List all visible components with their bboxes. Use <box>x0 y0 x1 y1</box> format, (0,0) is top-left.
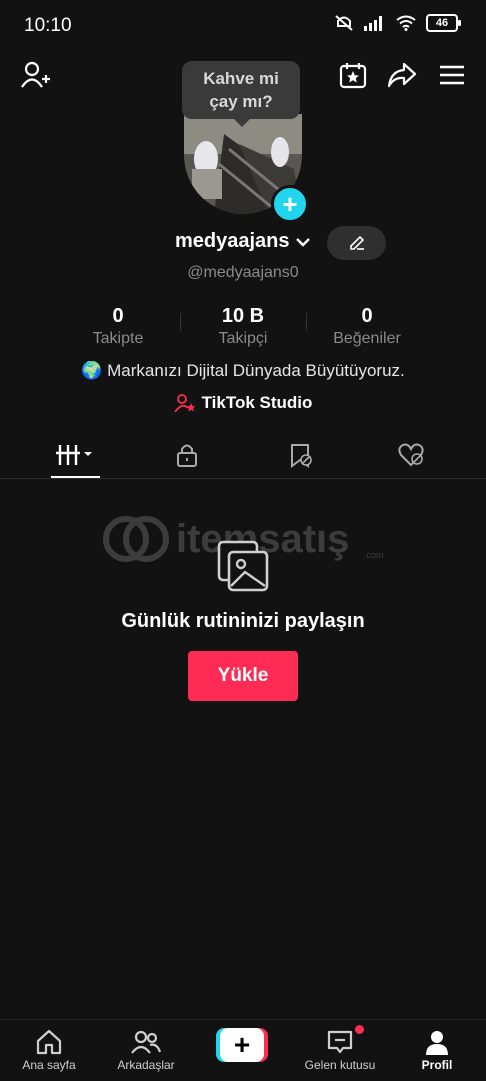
battery-icon: 46 <box>426 14 461 32</box>
friends-icon <box>131 1030 161 1054</box>
followers-label: Takipçi <box>218 330 268 347</box>
username: medyaajans <box>175 230 290 252</box>
home-icon <box>36 1029 62 1055</box>
stat-likes[interactable]: 0 Beğeniler <box>307 305 427 348</box>
inbox-icon <box>327 1030 353 1054</box>
nav-inbox-label: Gelen kutusu <box>304 1058 376 1072</box>
nav-profile[interactable]: Profil <box>392 1026 482 1072</box>
status-icons: 46 <box>334 14 461 32</box>
bio-text: 🌍 Markanızı Dijital Dünyada Büyütüyoruz. <box>81 361 405 380</box>
following-count: 0 <box>112 305 124 327</box>
nav-friends-label: Arkadaşlar <box>117 1058 175 1072</box>
nav-profile-label: Profil <box>421 1058 453 1072</box>
bottom-nav: Ana sayfa Arkadaşlar + Gelen kutusu Prof… <box>0 1019 486 1081</box>
nav-home-label: Ana sayfa <box>22 1058 76 1072</box>
share-icon[interactable] <box>385 58 419 92</box>
stat-following[interactable]: 0 Takipte <box>58 305 178 348</box>
likes-count: 0 <box>361 305 373 327</box>
inbox-notification-dot <box>355 1025 364 1034</box>
chevron-down-icon <box>296 237 310 247</box>
add-avatar-button[interactable]: + <box>271 185 309 223</box>
tab-videos[interactable] <box>15 432 136 478</box>
profile-icon <box>426 1031 448 1055</box>
active-tab-indicator <box>51 476 100 478</box>
nav-inbox[interactable]: Gelen kutusu <box>295 1026 385 1072</box>
following-label: Takipte <box>92 330 144 347</box>
profile-stats: 0 Takipte 10 B Takipçi 0 Beğeniler <box>0 305 486 351</box>
empty-state-title: Günlük rutininizi paylaşın <box>121 610 365 632</box>
plus-icon: + <box>220 1028 264 1062</box>
username-switcher[interactable]: medyaajans <box>175 230 311 253</box>
tiktok-studio-link[interactable]: TikTok Studio <box>0 393 486 413</box>
user-handle: @medyaajans0 <box>187 264 299 281</box>
tab-likes[interactable] <box>350 432 471 478</box>
create-button[interactable]: + <box>216 1028 268 1062</box>
stats-divider <box>180 313 181 331</box>
videos-grid-icon <box>55 445 92 465</box>
edit-profile-button[interactable] <box>327 226 386 260</box>
status-time: 10:10 <box>24 15 72 36</box>
lock-icon <box>176 444 197 467</box>
wifi-icon <box>396 15 416 31</box>
signal-icon <box>364 16 382 31</box>
nav-home[interactable]: Ana sayfa <box>4 1026 94 1072</box>
status-bar: 10:10 46 <box>0 0 486 52</box>
mute-icon <box>335 15 353 31</box>
studio-label: TikTok Studio <box>201 393 313 412</box>
menu-icon[interactable] <box>436 58 468 92</box>
hidden-likes-icon <box>397 443 424 467</box>
tab-reposts[interactable] <box>240 432 361 478</box>
upload-button[interactable]: Yükle <box>188 651 298 701</box>
studio-user-star-icon <box>173 394 196 413</box>
username-row: medyaajans <box>0 226 486 262</box>
tab-private[interactable] <box>126 432 247 478</box>
likes-label: Beğeniler <box>333 330 401 347</box>
watermark-suffix: .com <box>364 550 384 560</box>
followers-count: 10 B <box>221 305 265 327</box>
profile-tabs <box>0 432 486 479</box>
add-friend-icon[interactable] <box>18 58 52 92</box>
photos-icon <box>215 538 271 599</box>
note-line-1: Kahve mi <box>203 69 279 88</box>
note-bubble[interactable]: Kahve mi çay mı? <box>182 61 300 127</box>
hidden-reposts-icon <box>290 444 312 468</box>
pencil-icon <box>349 235 364 250</box>
calendar-star-icon[interactable] <box>337 58 369 92</box>
note-line-2: çay mı? <box>209 92 273 111</box>
stat-followers[interactable]: 10 B Takipçi <box>183 305 303 348</box>
nav-friends[interactable]: Arkadaşlar <box>101 1026 191 1072</box>
